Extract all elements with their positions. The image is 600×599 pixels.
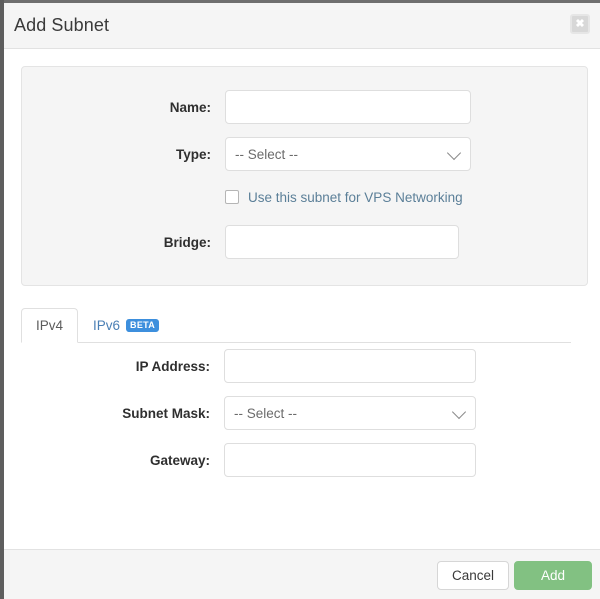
field-row-subnet-mask: Subnet Mask: -- Select --: [21, 396, 476, 430]
field-row-type: Type: -- Select --: [22, 137, 471, 171]
close-glyph: ✖: [575, 17, 585, 30]
dialog-body: Name: Type: -- Select -- Use this subnet…: [4, 49, 600, 549]
vps-networking-label[interactable]: Use this subnet for VPS Networking: [248, 190, 463, 205]
bridge-label: Bridge:: [163, 234, 211, 250]
type-select-value: -- Select --: [235, 146, 299, 162]
chevron-down-icon: [451, 404, 467, 420]
gateway-label: Gateway:: [149, 452, 210, 468]
name-input[interactable]: [225, 90, 471, 124]
ip-version-tabs: IPv4 IPv6 BETA: [21, 308, 571, 343]
dialog-header: Add Subnet ✖: [4, 3, 600, 49]
ip-address-label: IP Address:: [135, 358, 210, 374]
gateway-input[interactable]: [224, 443, 476, 477]
page-title: Add Subnet: [14, 15, 110, 35]
tab-ipv4-label: IPv4: [36, 318, 64, 333]
chevron-down-icon: [446, 145, 462, 161]
add-button[interactable]: Add: [514, 561, 592, 590]
add-subnet-dialog: Add Subnet ✖ Name: Type: -- Select -- Us…: [4, 3, 600, 599]
type-label: Type:: [175, 146, 211, 162]
tab-ipv6[interactable]: IPv6 BETA: [78, 308, 174, 342]
ip-address-input[interactable]: [224, 349, 476, 383]
subnet-details-panel: Name: Type: -- Select -- Use this subnet…: [21, 66, 588, 286]
name-label: Name:: [169, 99, 211, 115]
vps-networking-checkbox[interactable]: [225, 190, 239, 204]
close-icon[interactable]: ✖: [570, 14, 590, 34]
field-row-bridge: Bridge:: [22, 225, 459, 259]
modal-backdrop: [0, 0, 4, 599]
field-row-ip-address: IP Address:: [21, 349, 476, 383]
dialog-footer: Cancel Add: [4, 549, 600, 599]
subnet-mask-select[interactable]: -- Select --: [224, 396, 476, 430]
subnet-mask-label: Subnet Mask:: [122, 405, 210, 421]
field-row-gateway: Gateway:: [21, 443, 476, 477]
subnet-mask-select-value: -- Select --: [234, 405, 298, 421]
cancel-button[interactable]: Cancel: [437, 561, 509, 590]
field-row-name: Name:: [22, 90, 471, 124]
tab-ipv6-label: IPv6: [93, 317, 121, 333]
type-select[interactable]: -- Select --: [225, 137, 471, 171]
beta-badge: BETA: [126, 318, 160, 332]
tab-ipv4[interactable]: IPv4: [21, 308, 79, 343]
vps-networking-checkbox-row: Use this subnet for VPS Networking: [225, 185, 463, 209]
bridge-input[interactable]: [225, 225, 459, 259]
